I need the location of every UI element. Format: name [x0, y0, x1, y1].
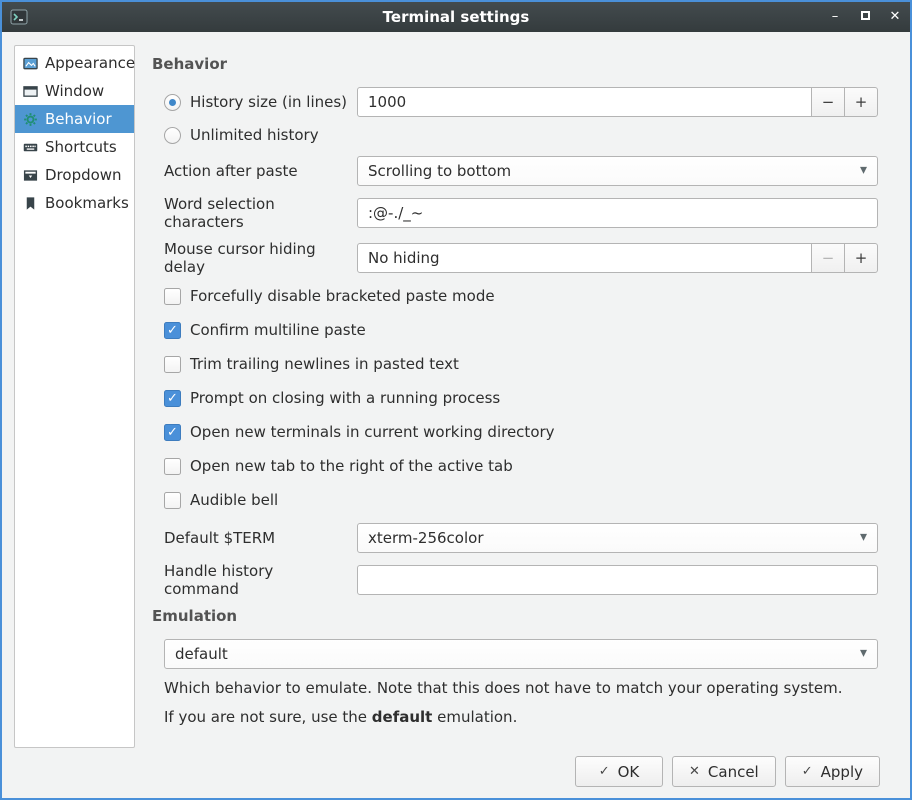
behavior-section-heading: Behavior	[152, 55, 878, 73]
terminal-app-icon	[10, 7, 30, 27]
emulation-help-line1: Which behavior to emulate. Note that thi…	[152, 678, 878, 699]
sidebar-item-label: Shortcuts	[45, 138, 117, 156]
sidebar-item-dropdown[interactable]: Dropdown	[15, 161, 134, 189]
word-selection-row: Word selection characters	[152, 195, 878, 231]
sidebar-item-label: Bookmarks	[45, 194, 129, 212]
sidebar-item-label: Appearance	[45, 54, 135, 72]
history-size-spinbox: − +	[357, 87, 878, 117]
handle-history-label: Handle history command	[164, 562, 349, 598]
mouse-cursor-delay-input[interactable]	[357, 243, 812, 273]
history-size-label: History size (in lines)	[190, 93, 347, 111]
sidebar-item-bookmarks[interactable]: Bookmarks	[15, 189, 134, 217]
mouse-cursor-delay-row: Mouse cursor hiding delay − +	[152, 240, 878, 276]
handle-history-row: Handle history command	[152, 562, 878, 598]
unlimited-history-radio[interactable]	[164, 127, 181, 144]
dropdown-terminal-icon	[22, 167, 38, 183]
mouse-cursor-delay-spinbox: − +	[357, 243, 878, 273]
history-size-row: History size (in lines) − +	[152, 87, 878, 117]
chevron-down-icon: ▾	[860, 162, 867, 178]
sidebar-item-window[interactable]: Window	[15, 77, 134, 105]
checkbox-label: Trim trailing newlines in pasted text	[190, 355, 459, 373]
checkbox-label: Confirm multiline paste	[190, 321, 366, 339]
action-after-paste-dropdown[interactable]: Scrolling to bottom ▾	[357, 156, 878, 186]
restore-icon[interactable]	[858, 10, 872, 24]
behavior-settings-panel: Behavior History size (in lines) − + Unl…	[152, 45, 878, 736]
default-term-row: Default $TERM xterm-256color ▾	[152, 523, 878, 553]
sidebar-item-label: Dropdown	[45, 166, 122, 184]
default-term-label: Default $TERM	[164, 529, 275, 547]
prompt-on-closing-checkbox[interactable]	[164, 390, 181, 407]
mouse-cursor-delay-increment-button[interactable]: +	[844, 243, 878, 273]
mouse-cursor-delay-decrement-button[interactable]: −	[811, 243, 845, 273]
history-size-increment-button[interactable]: +	[844, 87, 878, 117]
sidebar-item-label: Window	[45, 82, 104, 100]
behavior-icon	[22, 111, 38, 127]
settings-category-list: Appearance Window	[14, 45, 135, 748]
chevron-down-icon: ▾	[860, 645, 867, 661]
emulation-help-bold: default	[372, 708, 433, 726]
checkbox-row: Confirm multiline paste	[152, 319, 878, 341]
emulation-row: default ▾	[152, 639, 878, 669]
keyboard-icon	[22, 139, 38, 155]
history-size-input[interactable]	[357, 87, 812, 117]
cancel-button[interactable]: ✕ Cancel	[672, 756, 776, 787]
checkbox-label: Forcefully disable bracketed paste mode	[190, 287, 495, 305]
trim-trailing-newlines-checkbox[interactable]	[164, 356, 181, 373]
apply-button[interactable]: ✓ Apply	[785, 756, 880, 787]
checkbox-row: Audible bell	[152, 489, 878, 511]
mouse-cursor-delay-label: Mouse cursor hiding delay	[164, 240, 349, 276]
emulation-value: default	[175, 645, 228, 663]
bookmark-icon	[22, 195, 38, 211]
history-size-radio[interactable]	[164, 94, 181, 111]
cross-icon: ✕	[689, 764, 700, 779]
emulation-section-heading: Emulation	[152, 607, 878, 625]
sidebar-item-appearance[interactable]: Appearance	[15, 49, 134, 77]
open-tab-right-checkbox[interactable]	[164, 458, 181, 475]
checkbox-row: Open new tab to the right of the active …	[152, 455, 878, 477]
check-icon: ✓	[599, 764, 610, 779]
emulation-dropdown[interactable]: default ▾	[164, 639, 878, 669]
appearance-icon	[22, 55, 38, 71]
checkbox-row: Open new terminals in current working di…	[152, 421, 878, 443]
behavior-checkbox-group: Forcefully disable bracketed paste mode …	[152, 285, 878, 511]
word-selection-input[interactable]	[357, 198, 878, 228]
default-term-value: xterm-256color	[368, 529, 483, 547]
unlimited-history-row: Unlimited history	[152, 126, 878, 144]
bracketed-paste-checkbox[interactable]	[164, 288, 181, 305]
titlebar[interactable]: Terminal settings – ✕	[2, 2, 910, 32]
window-icon	[22, 83, 38, 99]
checkbox-row: Trim trailing newlines in pasted text	[152, 353, 878, 375]
handle-history-input[interactable]	[357, 565, 878, 595]
open-in-cwd-checkbox[interactable]	[164, 424, 181, 441]
checkbox-row: Forcefully disable bracketed paste mode	[152, 285, 878, 307]
window-title: Terminal settings	[2, 8, 910, 26]
check-icon: ✓	[802, 764, 813, 779]
checkbox-label: Open new tab to the right of the active …	[190, 457, 513, 475]
window-controls: – ✕	[828, 10, 902, 24]
sidebar-item-label: Behavior	[45, 110, 112, 128]
ok-button[interactable]: ✓ OK	[575, 756, 663, 787]
checkbox-label: Prompt on closing with a running process	[190, 389, 500, 407]
minimize-icon[interactable]: –	[828, 10, 842, 24]
action-after-paste-row: Action after paste Scrolling to bottom ▾	[152, 156, 878, 186]
dialog-buttons: ✓ OK ✕ Cancel ✓ Apply	[575, 756, 880, 787]
confirm-multiline-paste-checkbox[interactable]	[164, 322, 181, 339]
sidebar-item-behavior[interactable]: Behavior	[15, 105, 134, 133]
action-after-paste-label: Action after paste	[164, 162, 298, 180]
sidebar-item-shortcuts[interactable]: Shortcuts	[15, 133, 134, 161]
history-size-decrement-button[interactable]: −	[811, 87, 845, 117]
default-term-dropdown[interactable]: xterm-256color ▾	[357, 523, 878, 553]
checkbox-label: Audible bell	[190, 491, 278, 509]
close-icon[interactable]: ✕	[888, 10, 902, 24]
unlimited-history-label: Unlimited history	[190, 126, 319, 144]
checkbox-row: Prompt on closing with a running process	[152, 387, 878, 409]
emulation-help-line2: If you are not sure, use the default emu…	[152, 707, 878, 728]
checkbox-label: Open new terminals in current working di…	[190, 423, 555, 441]
action-after-paste-value: Scrolling to bottom	[368, 162, 511, 180]
chevron-down-icon: ▾	[860, 529, 867, 545]
terminal-settings-window: Terminal settings – ✕ Appearance	[0, 0, 912, 800]
audible-bell-checkbox[interactable]	[164, 492, 181, 509]
word-selection-label: Word selection characters	[164, 195, 349, 231]
